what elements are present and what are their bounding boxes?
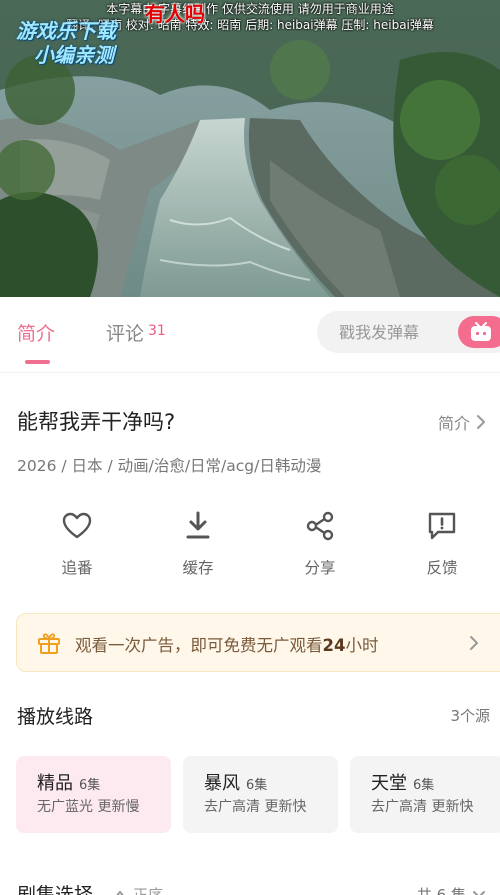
episodes-header: 剧集选择 正序 共 6 集 bbox=[0, 872, 500, 895]
source-name: 暴风 bbox=[204, 773, 240, 794]
play-lines-title: 播放线路 bbox=[17, 706, 94, 728]
watermark-text: 小编亲测 bbox=[34, 43, 114, 67]
danmaku-comment: 有人吗 bbox=[145, 2, 205, 26]
feedback-icon bbox=[428, 512, 456, 540]
ad-free-banner[interactable]: 观看一次广告，即可免费无广观看24小时 bbox=[16, 613, 500, 672]
gift-icon bbox=[38, 633, 60, 654]
tab-comments-label: 评论 bbox=[106, 323, 145, 345]
download-button[interactable]: 缓存 bbox=[153, 510, 243, 578]
follow-label: 追番 bbox=[61, 559, 93, 577]
feedback-button[interactable]: 反馈 bbox=[397, 510, 487, 578]
feedback-label: 反馈 bbox=[426, 559, 458, 577]
tab-bar: 简介 评论 31 bbox=[0, 297, 500, 373]
chevron-down-icon bbox=[473, 890, 485, 895]
danmaku-toggle-button[interactable] bbox=[458, 316, 500, 348]
source-desc: 去广高清 更新快 bbox=[371, 799, 474, 815]
source-desc: 无广蓝光 更新慢 bbox=[37, 799, 140, 815]
ad-banner-text: 观看一次广告，即可免费无广观看24小时 bbox=[75, 636, 379, 655]
share-icon bbox=[306, 511, 334, 541]
heart-icon bbox=[62, 512, 92, 539]
danmaku-input-box[interactable] bbox=[317, 311, 500, 353]
source-name: 精品 bbox=[37, 773, 73, 794]
download-icon bbox=[186, 511, 210, 539]
source-desc: 去广高清 更新快 bbox=[204, 799, 307, 815]
source-episodes: 6集 bbox=[246, 778, 268, 793]
source-card-jingpin[interactable]: 精品 6集 无广蓝光 更新慢 bbox=[16, 756, 171, 833]
tab-intro[interactable]: 简介 bbox=[17, 319, 55, 346]
show-meta: 2026 / 日本 / 动画/治愈/日常/acg/日韩动漫 bbox=[17, 457, 322, 475]
sort-order-label: 正序 bbox=[133, 886, 164, 895]
source-name: 天堂 bbox=[371, 773, 407, 794]
intro-link-label: 简介 bbox=[437, 414, 470, 433]
tab-intro-label: 简介 bbox=[17, 323, 56, 345]
tab-comments[interactable]: 评论 31 bbox=[106, 319, 166, 346]
episodes-title: 剧集选择 bbox=[17, 884, 94, 895]
show-title: 能帮我弄干净吗? bbox=[17, 410, 176, 434]
download-label: 缓存 bbox=[182, 559, 214, 577]
source-episodes: 6集 bbox=[79, 778, 101, 793]
share-label: 分享 bbox=[304, 559, 336, 577]
sort-arrow-icon bbox=[115, 889, 125, 895]
active-tab-indicator bbox=[25, 360, 50, 364]
danmaku-input[interactable] bbox=[339, 311, 469, 353]
source-count[interactable]: 3个源 bbox=[450, 705, 490, 726]
chevron-right-icon bbox=[477, 415, 485, 429]
share-button[interactable]: 分享 bbox=[275, 510, 365, 578]
video-player[interactable]: 本字幕由 字幕组制作 仅供交流使用 请勿用于商业用途 翻译: 昭南 校对: 昭南… bbox=[0, 0, 500, 297]
sort-order-toggle[interactable]: 正序 bbox=[113, 884, 163, 895]
comment-count: 31 bbox=[148, 323, 166, 339]
episode-total[interactable]: 共 6 集 bbox=[417, 884, 486, 895]
source-card-tiantang[interactable]: 天堂 6集 去广高清 更新快 bbox=[350, 756, 500, 833]
intro-link[interactable]: 简介 bbox=[438, 410, 486, 434]
source-card-baofeng[interactable]: 暴风 6集 去广高清 更新快 bbox=[183, 756, 338, 833]
ad-free-hours: 24 bbox=[322, 636, 346, 655]
chevron-right-icon bbox=[470, 636, 478, 650]
follow-button[interactable]: 追番 bbox=[32, 510, 122, 578]
episode-total-label: 共 6 集 bbox=[416, 886, 466, 895]
action-row: 追番 缓存 分享 反馈 bbox=[0, 510, 500, 580]
danmaku-tv-icon bbox=[471, 322, 491, 341]
source-episodes: 6集 bbox=[413, 778, 435, 793]
